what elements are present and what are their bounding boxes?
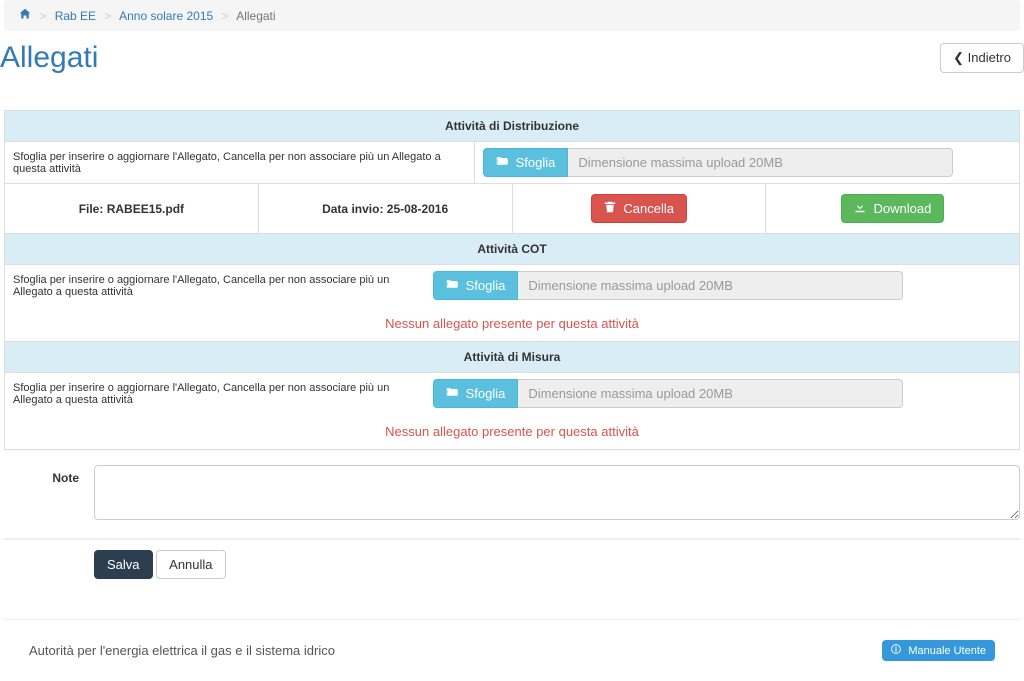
instruction-distribuzione: Sfoglia per inserire o aggiornare l'Alle… — [5, 142, 475, 183]
download-button[interactable]: Download — [841, 194, 944, 223]
download-label: Download — [874, 201, 932, 216]
folder-open-icon — [446, 278, 458, 293]
browse-button-distribuzione[interactable]: Sfoglia — [483, 148, 568, 177]
info-icon — [891, 644, 901, 657]
trash-icon — [604, 201, 616, 216]
browse-label: Sfoglia — [516, 155, 556, 170]
section-header-distribuzione: Attività di Distribuzione — [5, 111, 1019, 142]
browse-label: Sfoglia — [466, 278, 506, 293]
breadcrumb-item-year[interactable]: Anno solare 2015 — [119, 9, 213, 23]
instruction-cot: Sfoglia per inserire o aggiornare l'Alle… — [5, 265, 425, 306]
upload-input-cot: Dimensione massima upload 20MB — [518, 271, 903, 300]
file-date-cell: Data invio: 25-08-2016 — [259, 184, 513, 233]
browse-label: Sfoglia — [466, 386, 506, 401]
breadcrumb-sep: > — [39, 9, 46, 23]
folder-open-icon — [446, 386, 458, 401]
back-button[interactable]: ❮ Indietro — [940, 43, 1024, 73]
breadcrumb: > Rab EE > Anno solare 2015 > Allegati — [4, 0, 1020, 31]
folder-open-icon — [496, 155, 508, 170]
upload-input-misura: Dimensione massima upload 20MB — [518, 379, 903, 408]
manual-label: Manuale Utente — [908, 645, 986, 657]
breadcrumb-sep: > — [104, 9, 111, 23]
page-title: Allegati — [0, 41, 98, 75]
note-textarea[interactable] — [94, 465, 1020, 520]
chevron-left-icon: ❮ — [953, 50, 964, 65]
note-label: Note — [4, 465, 94, 523]
browse-button-misura[interactable]: Sfoglia — [433, 379, 518, 408]
delete-button[interactable]: Cancella — [591, 194, 687, 223]
breadcrumb-sep: > — [222, 9, 229, 23]
no-attachment-cot: Nessun allegato presente per questa atti… — [5, 306, 1019, 341]
file-name-cell: File: RABEE15.pdf — [5, 184, 259, 233]
browse-button-cot[interactable]: Sfoglia — [433, 271, 518, 300]
breadcrumb-item-current: Allegati — [236, 9, 275, 23]
section-header-misura: Attività di Misura — [5, 341, 1019, 373]
upload-input-distribuzione: Dimensione massima upload 20MB — [568, 148, 953, 177]
instruction-misura: Sfoglia per inserire o aggiornare l'Alle… — [5, 373, 425, 414]
section-header-cot: Attività COT — [5, 233, 1019, 265]
breadcrumb-item-rab[interactable]: Rab EE — [55, 9, 96, 23]
back-button-label: Indietro — [968, 50, 1011, 65]
footer-authority: Autorità per l'energia elettrica il gas … — [29, 643, 335, 658]
no-attachment-misura: Nessun allegato presente per questa atti… — [5, 414, 1019, 449]
manual-button[interactable]: Manuale Utente — [882, 640, 995, 661]
download-icon — [854, 201, 866, 216]
home-icon[interactable] — [19, 9, 31, 23]
delete-label: Cancella — [623, 201, 674, 216]
